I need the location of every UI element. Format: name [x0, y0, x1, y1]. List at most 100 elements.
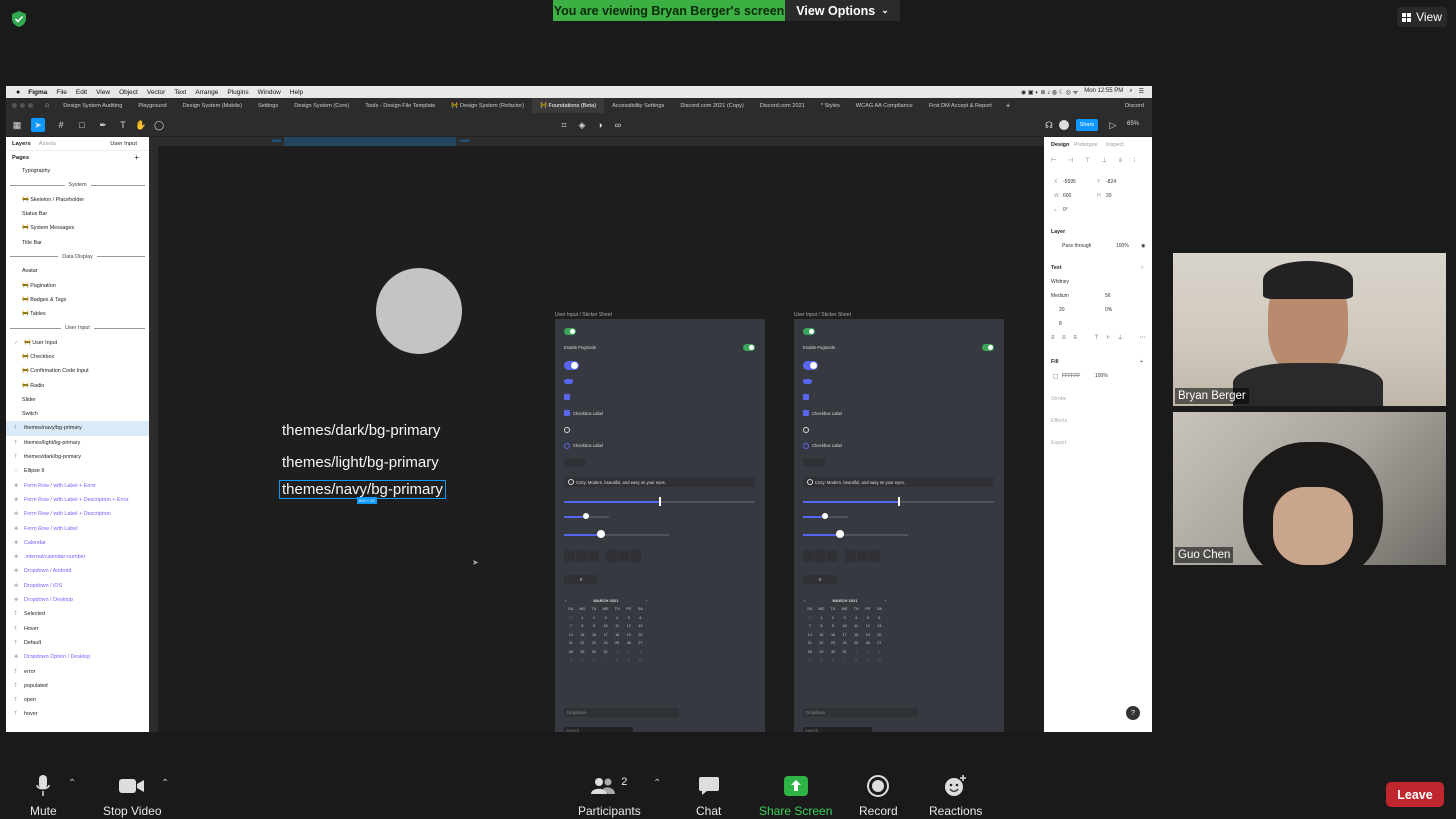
code-digit-input[interactable]: [857, 550, 868, 562]
home-icon[interactable]: ⌂: [39, 102, 55, 109]
menu-edit[interactable]: Edit: [76, 89, 87, 96]
calendar-day[interactable]: 4: [611, 616, 623, 620]
tab-foundations-beta[interactable]: 🚧 Foundations (Beta): [531, 98, 605, 113]
calendar-day[interactable]: 7: [804, 624, 816, 628]
calendar-day[interactable]: 27: [635, 641, 647, 645]
calendar-day[interactable]: 26: [862, 641, 874, 645]
participant-video-bryan[interactable]: Bryan Berger: [1173, 253, 1446, 406]
slider-handle[interactable]: [659, 497, 661, 506]
calendar-day[interactable]: 16: [827, 633, 839, 637]
chevron-right-icon[interactable]: ›: [885, 598, 886, 603]
tab-layers[interactable]: Layers: [12, 141, 31, 147]
text-styles-icon[interactable]: ⁘: [1140, 265, 1144, 271]
slider-handle[interactable]: [583, 513, 589, 519]
layer-row[interactable]: ✥ .internal/calendar-number: [6, 550, 149, 564]
layer-row[interactable]: 🚧 Badges & Tags: [6, 293, 149, 307]
pen-tool-icon[interactable]: ✒: [96, 118, 110, 132]
layer-row[interactable]: Tthemes/navy/bg-primary: [6, 421, 149, 436]
calendar-day[interactable]: 31: [600, 650, 612, 654]
component-icon[interactable]: ◈: [575, 118, 589, 132]
calendar-day[interactable]: 29: [816, 650, 828, 654]
calendar-day[interactable]: 3: [635, 650, 647, 654]
layer-row[interactable]: ✥ Dropdown / Desktop: [6, 593, 149, 607]
menu-plugins[interactable]: Plugins: [227, 89, 248, 96]
checkbox[interactable]: [564, 410, 570, 416]
fill-hex[interactable]: FFFFFF: [1062, 373, 1080, 379]
calendar-day[interactable]: 28: [565, 616, 577, 620]
calendar-day[interactable]: 31: [839, 650, 851, 654]
calendar-day[interactable]: 9: [862, 658, 874, 662]
calendar-day[interactable]: 16: [588, 633, 600, 637]
tab-assets[interactable]: Assets: [39, 141, 56, 147]
layer-row[interactable]: Tthemes/light/bg-primary: [6, 436, 149, 450]
calendar-day[interactable]: 25: [850, 641, 862, 645]
share-screen-button[interactable]: Share Screen: [759, 774, 832, 818]
calendar-day[interactable]: 6: [635, 616, 647, 620]
calendar-day[interactable]: 5: [816, 658, 828, 662]
menu-window[interactable]: Window: [258, 89, 281, 96]
calendar-day[interactable]: 7: [565, 624, 577, 628]
height-field[interactable]: 20: [1106, 193, 1112, 199]
participants-options-caret[interactable]: ⌃: [653, 778, 661, 789]
calendar-day[interactable]: 6: [874, 616, 886, 620]
tab-discord-2021-copy[interactable]: Discord.com 2021 (Copy): [672, 98, 751, 113]
mute-button[interactable]: Mute: [30, 774, 57, 818]
calendar-day[interactable]: 22: [577, 641, 589, 645]
calendar-day[interactable]: 17: [600, 633, 612, 637]
checkbox[interactable]: [803, 394, 809, 400]
calendar-day[interactable]: 2: [588, 616, 600, 620]
stop-video-button[interactable]: Stop Video: [103, 774, 162, 818]
layer-row[interactable]: 🚧 Checkbox: [6, 350, 149, 364]
mask-icon[interactable]: ◑: [593, 118, 607, 132]
calendar-day[interactable]: 28: [804, 650, 816, 654]
calendar-day[interactable]: 24: [600, 641, 612, 645]
layer-row[interactable]: 🚧 System Messages: [6, 221, 149, 235]
layer-row[interactable]: ✓ 🚧 User Input: [6, 336, 149, 350]
chat-button[interactable]: Chat: [696, 774, 721, 818]
calendar-day[interactable]: 20: [635, 633, 647, 637]
radio-button[interactable]: [568, 479, 574, 485]
figma-menu-icon[interactable]: ▦: [10, 118, 24, 132]
calendar-day[interactable]: 3: [600, 616, 612, 620]
clock[interactable]: Mon 12:55 PM: [1084, 88, 1123, 96]
calendar-day[interactable]: 13: [874, 624, 886, 628]
calendar-day[interactable]: 5: [623, 616, 635, 620]
code-digit-input[interactable]: [845, 550, 856, 562]
calendar-day[interactable]: 11: [611, 624, 623, 628]
calendar-day[interactable]: 9: [623, 658, 635, 662]
code-digit-input[interactable]: [618, 550, 629, 562]
participant-video-guo[interactable]: Guo Chen: [1173, 412, 1446, 565]
layer-row[interactable]: ✥ Form Row / with Label + Error: [6, 479, 149, 493]
calendar-day[interactable]: 23: [588, 641, 600, 645]
calendar-day[interactable]: 10: [839, 624, 851, 628]
export-section-title[interactable]: Export: [1051, 440, 1066, 446]
tab-accessibility-settings[interactable]: Accessibility Settings: [604, 98, 672, 113]
team-name[interactable]: Discord: [1125, 103, 1144, 109]
code-digit-input[interactable]: [630, 550, 641, 562]
layer-row[interactable]: ✥ Form Row / with Label + Description + E…: [6, 493, 149, 507]
layer-row[interactable]: Slider: [6, 393, 149, 407]
toggle-switch[interactable]: [564, 379, 573, 384]
calendar-day[interactable]: 12: [862, 624, 874, 628]
shape-tool-icon[interactable]: □: [75, 118, 89, 132]
radio-button[interactable]: [807, 479, 813, 485]
calendar-day[interactable]: 20: [874, 633, 886, 637]
calendar-day[interactable]: 24: [839, 641, 851, 645]
frame-tool-icon[interactable]: #: [54, 118, 68, 132]
calendar-day[interactable]: 19: [623, 633, 635, 637]
layer-row[interactable]: 🚧 Skeleton / Placeholder: [6, 193, 149, 207]
menu-vector[interactable]: Vector: [147, 89, 165, 96]
calendar-day[interactable]: 10: [874, 658, 886, 662]
present-icon[interactable]: ▷: [1106, 118, 1120, 132]
slider-handle[interactable]: [597, 530, 605, 538]
calendar-day[interactable]: 15: [577, 633, 589, 637]
toggle-switch[interactable]: [803, 361, 818, 370]
calendar-day[interactable]: 14: [565, 633, 577, 637]
code-digit-input[interactable]: [564, 550, 575, 562]
chevron-right-icon[interactable]: ›: [646, 598, 647, 603]
radio-button[interactable]: [803, 427, 809, 433]
tab-inspect[interactable]: Inspect: [1106, 142, 1124, 148]
line-height-field[interactable]: 20: [1059, 307, 1065, 313]
fill-swatch[interactable]: [1053, 374, 1058, 379]
menu-text[interactable]: Text: [174, 89, 186, 96]
